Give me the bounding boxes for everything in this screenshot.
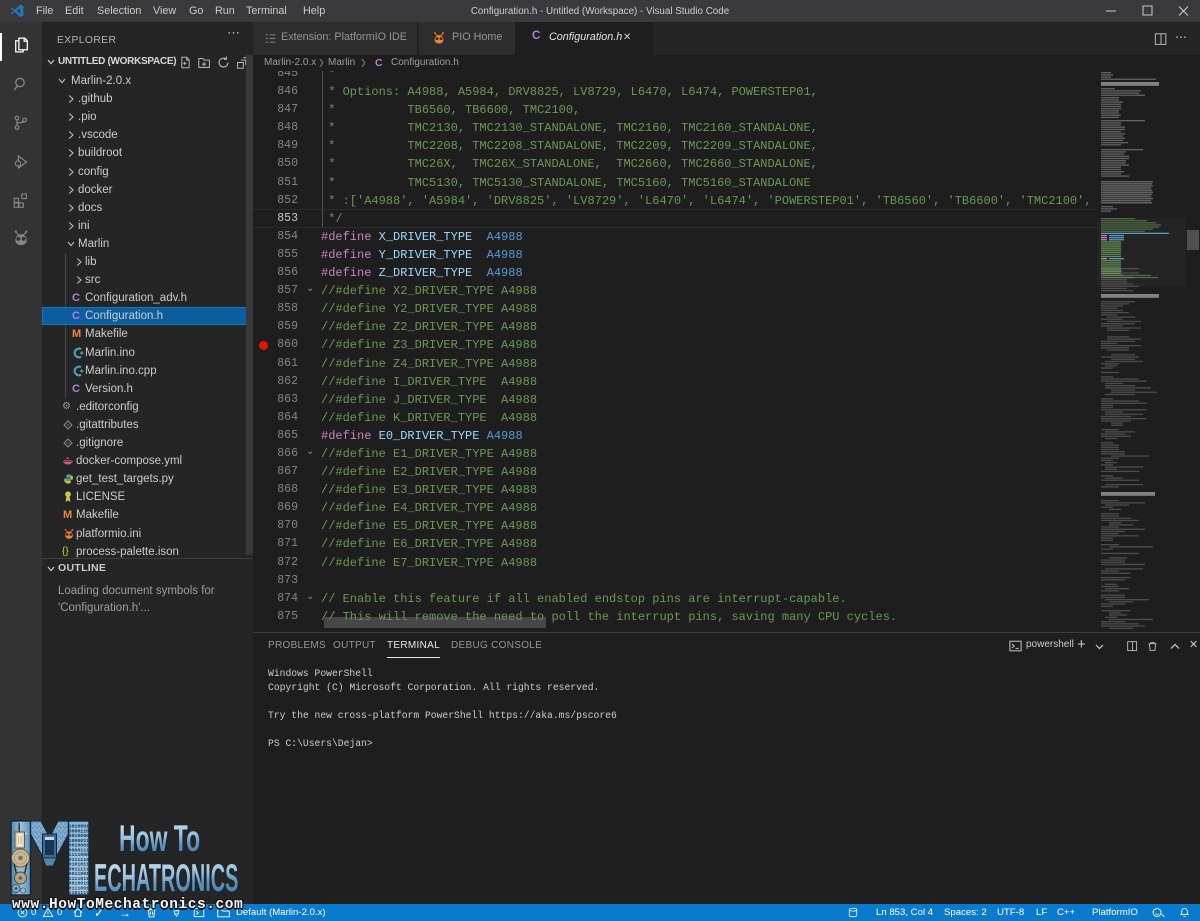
svg-text:1101111: 1101111 <box>69 890 90 896</box>
